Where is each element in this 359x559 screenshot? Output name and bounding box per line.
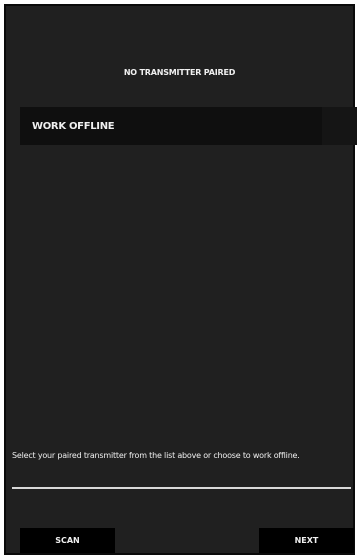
page-title: NO TRANSMITTER PAIRED: [123, 68, 236, 77]
next-button[interactable]: NEXT: [259, 528, 354, 553]
scan-button[interactable]: SCAN: [20, 528, 115, 553]
divider: [12, 487, 351, 489]
list-item-work-offline[interactable]: WORK OFFLINE: [20, 107, 320, 145]
pairing-screen: NO TRANSMITTER PAIRED WORK OFFLINE Selec…: [4, 4, 357, 555]
instructions-text: Select your paired transmitter from the …: [12, 451, 300, 460]
list-scrollbar[interactable]: [322, 107, 357, 145]
transmitter-list: WORK OFFLINE: [20, 107, 357, 145]
